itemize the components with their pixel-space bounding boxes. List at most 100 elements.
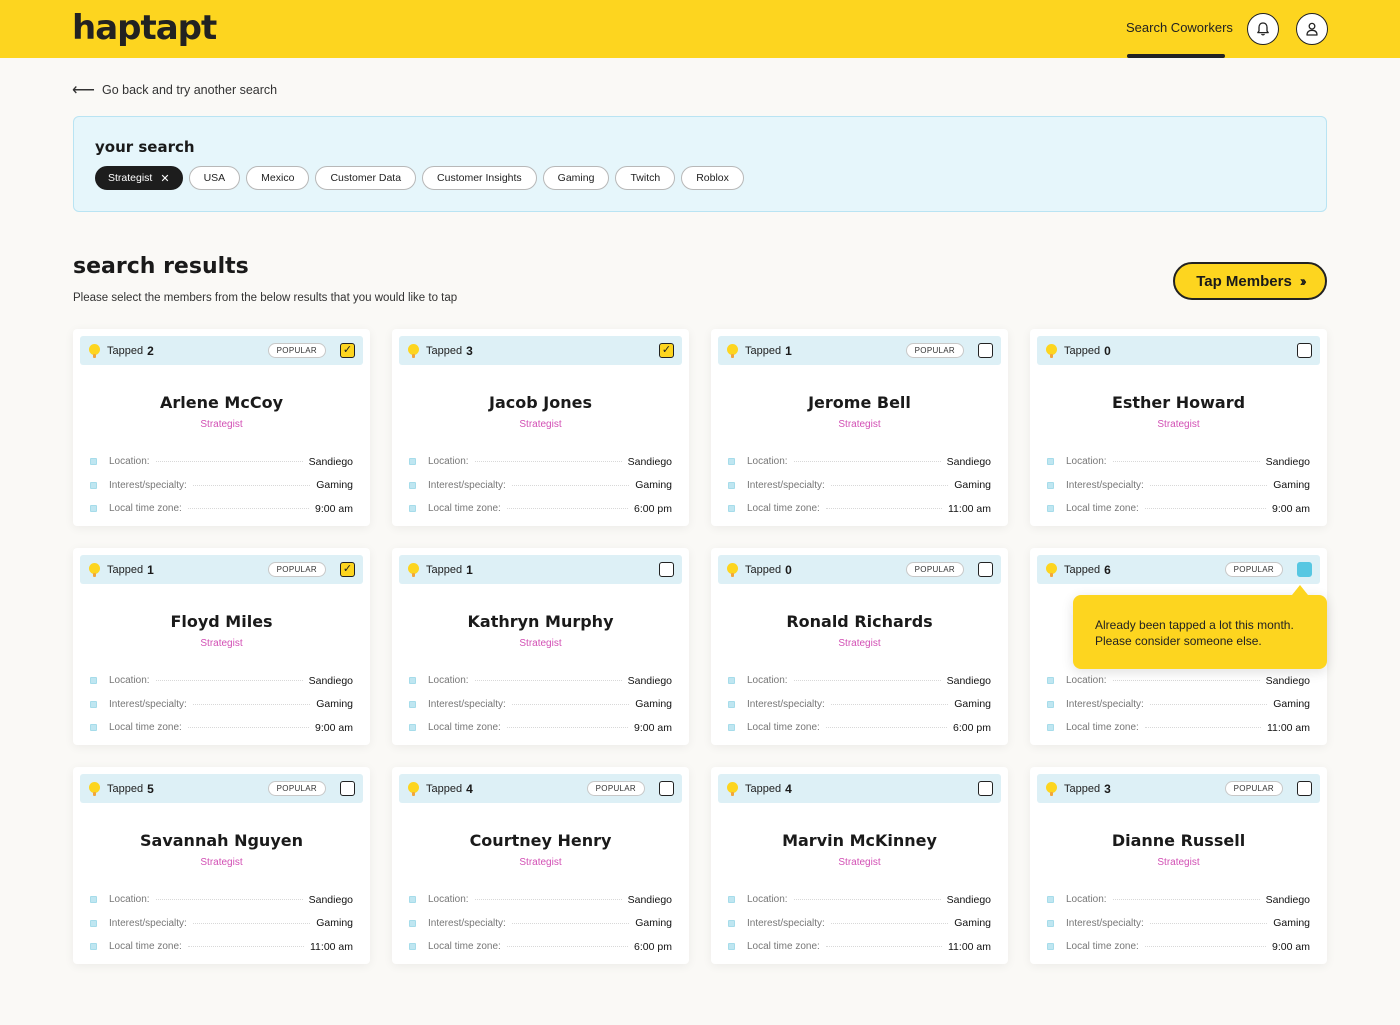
detail-row-interest: Interest/specialty: Gaming bbox=[90, 693, 353, 717]
member-role: Strategist bbox=[1157, 857, 1200, 868]
lightbulb-icon bbox=[1045, 343, 1057, 358]
chip-usa[interactable]: USA bbox=[188, 166, 241, 190]
select-checkbox[interactable]: ✓ bbox=[340, 562, 355, 577]
card-header: Tapped 4 bbox=[718, 774, 1001, 803]
member-name: Floyd Miles bbox=[170, 612, 273, 631]
detail-row-interest: Interest/specialty: Gaming bbox=[728, 693, 991, 717]
tap-members-button[interactable]: Tap Members ›› bbox=[1173, 262, 1327, 300]
member-name: Jerome Bell bbox=[808, 393, 911, 412]
member-card[interactable]: Tapped 1 POPULAR ✓ Floyd Miles Strategis… bbox=[73, 548, 370, 745]
member-card[interactable]: Tapped 2 POPULAR ✓ Arlene McCoy Strategi… bbox=[73, 329, 370, 526]
interest-value: Gaming bbox=[1273, 917, 1310, 930]
tapped-count: 6 bbox=[1104, 562, 1111, 577]
member-details: Location: Sandiego Interest/specialty: G… bbox=[90, 888, 353, 959]
member-card[interactable]: Tapped 3 ✓ Jacob Jones Strategist Locati… bbox=[392, 329, 689, 526]
location-value: Sandiego bbox=[627, 455, 672, 468]
member-card[interactable]: Tapped 4 POPULAR Courtney Henry Strategi… bbox=[392, 767, 689, 964]
back-link[interactable]: ⟵ Go back and try another search bbox=[72, 80, 277, 100]
select-checkbox[interactable] bbox=[659, 781, 674, 796]
popular-badge: POPULAR bbox=[267, 781, 326, 796]
detail-row-timezone: Local time zone: 11:00 am bbox=[90, 935, 353, 959]
select-checkbox[interactable]: ✓ bbox=[659, 343, 674, 358]
chip-twitch[interactable]: Twitch bbox=[615, 166, 676, 190]
select-checkbox[interactable] bbox=[1297, 781, 1312, 796]
select-checkbox[interactable] bbox=[1297, 343, 1312, 358]
logo[interactable]: haptapt bbox=[72, 8, 217, 48]
close-icon[interactable]: ✕ bbox=[160, 172, 169, 185]
location-value: Sandiego bbox=[946, 893, 991, 906]
select-checkbox[interactable] bbox=[1297, 562, 1312, 577]
interest-value: Gaming bbox=[954, 479, 991, 492]
tapped-count: 1 bbox=[785, 343, 792, 358]
popular-badge: POPULAR bbox=[267, 343, 326, 358]
tapped-count: 1 bbox=[147, 562, 154, 577]
bullet-icon bbox=[409, 896, 416, 904]
detail-row-location: Location: Sandiego bbox=[409, 888, 672, 912]
card-header: Tapped 1 POPULAR bbox=[718, 336, 1001, 365]
detail-row-timezone: Local time zone: 6:00 pm bbox=[409, 497, 672, 521]
chip-gaming[interactable]: Gaming bbox=[542, 166, 610, 190]
member-card[interactable]: Tapped 0 POPULAR Ronald Richards Strateg… bbox=[711, 548, 1008, 745]
timezone-value: 6:00 pm bbox=[953, 721, 991, 734]
detail-row-location: Location: Sandiego bbox=[1047, 450, 1310, 474]
card-header: Tapped 1 bbox=[399, 555, 682, 584]
detail-row-location: Location: Sandiego bbox=[409, 450, 672, 474]
member-name: Marvin McKinney bbox=[782, 831, 937, 850]
detail-row-location: Location: Sandiego bbox=[90, 888, 353, 912]
location-value: Sandiego bbox=[1265, 893, 1310, 906]
member-name: Savannah Nguyen bbox=[140, 831, 303, 850]
member-card[interactable]: Tapped 3 POPULAR Dianne Russell Strategi… bbox=[1030, 767, 1327, 964]
detail-row-timezone: Local time zone: 6:00 pm bbox=[409, 935, 672, 959]
member-card[interactable]: Tapped 5 POPULAR Savannah Nguyen Strateg… bbox=[73, 767, 370, 964]
select-checkbox[interactable] bbox=[978, 781, 993, 796]
member-card[interactable]: Tapped 1 Kathryn Murphy Strategist Locat… bbox=[392, 548, 689, 745]
interest-value: Gaming bbox=[1273, 698, 1310, 711]
location-value: Sandiego bbox=[1265, 455, 1310, 468]
interest-value: Gaming bbox=[635, 698, 672, 711]
tapped-label: Tapped bbox=[1064, 344, 1101, 357]
chip-customer-insights[interactable]: Customer Insights bbox=[422, 166, 537, 190]
lightbulb-icon bbox=[407, 781, 419, 796]
member-details: Location: Sandiego Interest/specialty: G… bbox=[409, 450, 672, 521]
select-checkbox[interactable] bbox=[340, 781, 355, 796]
card-header: Tapped 1 POPULAR ✓ bbox=[80, 555, 363, 584]
card-header: Tapped 0 POPULAR bbox=[718, 555, 1001, 584]
bullet-icon bbox=[1047, 458, 1054, 466]
tapped-count: 4 bbox=[466, 781, 473, 796]
member-details: Location: Sandiego Interest/specialty: G… bbox=[409, 669, 672, 740]
search-title: your search bbox=[95, 138, 195, 156]
double-chevron-right-icon: ›› bbox=[1299, 272, 1307, 290]
location-value: Sandiego bbox=[946, 455, 991, 468]
lightbulb-icon bbox=[726, 343, 738, 358]
chip-customer-data[interactable]: Customer Data bbox=[315, 166, 417, 190]
select-checkbox[interactable] bbox=[978, 562, 993, 577]
member-card[interactable]: Tapped 4 Marvin McKinney Strategist Loca… bbox=[711, 767, 1008, 964]
bullet-icon bbox=[728, 724, 735, 732]
select-checkbox[interactable]: ✓ bbox=[340, 343, 355, 358]
notifications-button[interactable] bbox=[1247, 13, 1279, 45]
lightbulb-icon bbox=[1045, 781, 1057, 796]
member-card[interactable]: Tapped 0 Esther Howard Strategist Locati… bbox=[1030, 329, 1327, 526]
popular-badge: POPULAR bbox=[1224, 781, 1283, 796]
chip-strategist[interactable]: Strategist ✕ bbox=[95, 166, 183, 190]
select-checkbox[interactable] bbox=[659, 562, 674, 577]
member-card[interactable]: Tapped 1 POPULAR Jerome Bell Strategist … bbox=[711, 329, 1008, 526]
chip-mexico[interactable]: Mexico bbox=[246, 166, 310, 190]
bullet-icon bbox=[409, 677, 416, 685]
bullet-icon bbox=[90, 919, 97, 927]
bullet-icon bbox=[409, 919, 416, 927]
tapped-label: Tapped bbox=[1064, 563, 1101, 576]
bullet-icon bbox=[409, 505, 416, 513]
profile-button[interactable] bbox=[1296, 13, 1328, 45]
detail-row-location: Location: Sandiego bbox=[1047, 888, 1310, 912]
bullet-icon bbox=[90, 700, 97, 708]
select-checkbox[interactable] bbox=[978, 343, 993, 358]
member-name: Dianne Russell bbox=[1111, 831, 1246, 850]
location-value: Sandiego bbox=[1265, 674, 1310, 687]
member-role: Strategist bbox=[838, 857, 881, 868]
detail-row-interest: Interest/specialty: Gaming bbox=[90, 912, 353, 936]
warning-tooltip: Already been tapped a lot this month. Pl… bbox=[1073, 585, 1327, 669]
chip-roblox[interactable]: Roblox bbox=[681, 166, 744, 190]
detail-row-timezone: Local time zone: 9:00 am bbox=[90, 716, 353, 740]
nav-search-coworkers[interactable]: Search Coworkers bbox=[1126, 20, 1233, 35]
